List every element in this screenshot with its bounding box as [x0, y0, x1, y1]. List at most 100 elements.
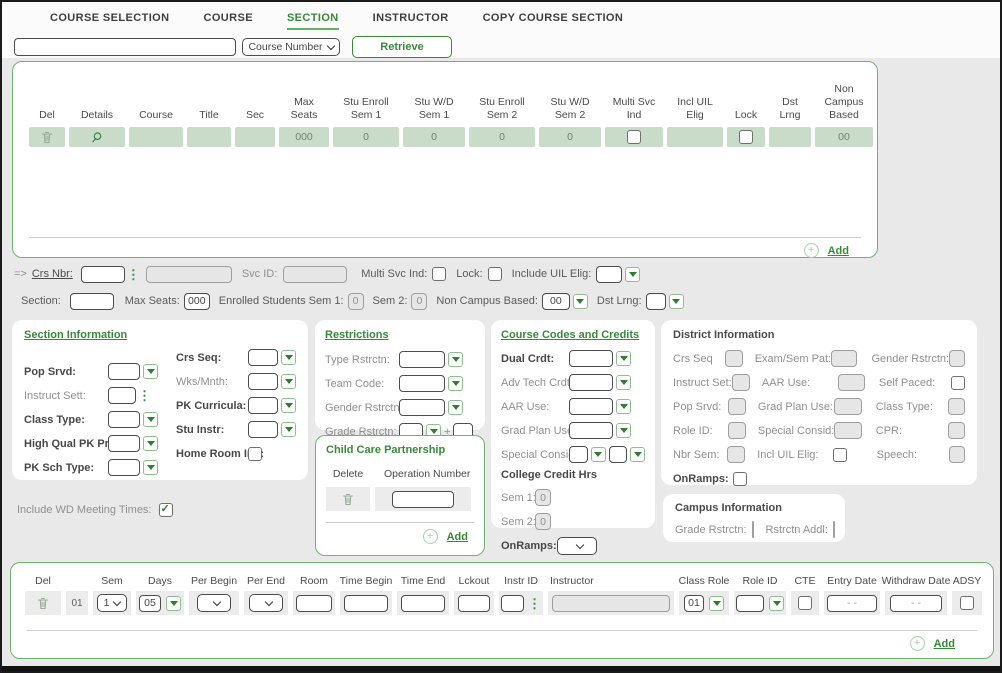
special-consid-input-2[interactable]	[609, 446, 628, 463]
add-section-link[interactable]: Add	[828, 245, 849, 257]
role-id-dropdown[interactable]	[769, 596, 784, 611]
time-end-input[interactable]	[401, 595, 445, 612]
adv-tech-crdt-dropdown[interactable]	[616, 375, 631, 390]
dual-crdt-dropdown[interactable]	[616, 351, 631, 366]
entry-date-input[interactable]: - -	[827, 595, 877, 612]
team-code-input[interactable]	[399, 375, 445, 392]
col-row-number	[66, 571, 88, 591]
include-uil-elig-input[interactable]	[596, 266, 622, 283]
adsy-checkbox[interactable]	[960, 596, 974, 610]
class-role-input[interactable]: 01	[684, 595, 704, 612]
retrieve-button[interactable]: Retrieve	[352, 36, 452, 58]
pk-curricula-input[interactable]	[248, 397, 278, 414]
pk-sch-type-input[interactable]	[108, 459, 140, 476]
child-care-add-link[interactable]: Add	[447, 531, 468, 543]
pop-srvd-dropdown[interactable]	[143, 364, 158, 379]
role-id-input[interactable]	[736, 595, 764, 612]
tab-course[interactable]: COURSE	[203, 12, 252, 30]
instruct-sett-picker-icon[interactable]	[138, 389, 151, 402]
wks-mnth-dropdown[interactable]	[281, 374, 296, 389]
col-title: Title	[187, 74, 231, 127]
withdraw-date-input[interactable]: - -	[890, 595, 942, 612]
onramps-select[interactable]	[557, 537, 597, 555]
class-type-dropdown[interactable]	[143, 412, 158, 427]
days-dropdown[interactable]	[166, 596, 181, 611]
special-consid-dropdown-1[interactable]	[591, 447, 606, 462]
type-rstrctn-input[interactable]	[399, 351, 445, 368]
home-room-ind-checkbox[interactable]	[248, 447, 262, 461]
section-input[interactable]	[70, 293, 114, 310]
aar-use-input[interactable]	[569, 398, 613, 415]
grad-plan-use-dropdown[interactable]	[616, 423, 631, 438]
pop-srvd-input[interactable]	[108, 363, 140, 380]
class-type-input[interactable]	[108, 411, 140, 428]
meeting-delete-button[interactable]	[37, 597, 49, 610]
sem-select[interactable]: 1	[97, 594, 127, 612]
pk-sch-type-dropdown[interactable]	[143, 460, 158, 475]
dst-lrng-input[interactable]	[646, 293, 666, 310]
crs-seq-input[interactable]	[248, 349, 278, 366]
tab-copy-course-section[interactable]: COPY COURSE SECTION	[483, 12, 624, 30]
non-campus-based-dropdown[interactable]	[573, 294, 588, 309]
dst-lrng-dropdown[interactable]	[669, 294, 684, 309]
tab-instructor[interactable]: INSTRUCTOR	[373, 12, 449, 30]
gender-rstrctn-dropdown[interactable]	[448, 400, 463, 415]
col-non-campus-based: Non Campus Based	[815, 74, 873, 127]
class-role-dropdown[interactable]	[709, 596, 724, 611]
per-end-select[interactable]	[249, 594, 283, 612]
multi-svc-ind-checkbox[interactable]	[627, 130, 641, 144]
time-begin-input[interactable]	[344, 595, 388, 612]
lock-checkbox[interactable]	[739, 130, 753, 144]
dual-crdt-input[interactable]	[569, 350, 613, 367]
child-care-delete-button[interactable]	[342, 493, 354, 506]
high-qual-pk-prog-input[interactable]	[108, 435, 140, 452]
dist-role-id-field	[728, 422, 746, 439]
per-begin-select[interactable]	[197, 594, 231, 612]
tab-course-selection[interactable]: COURSE SELECTION	[50, 12, 169, 30]
delete-row-button[interactable]	[41, 131, 53, 144]
instr-id-picker-icon[interactable]	[528, 597, 541, 610]
crs-seq-dropdown[interactable]	[281, 350, 296, 365]
aar-use-dropdown[interactable]	[616, 399, 631, 414]
meetings-add-link[interactable]: Add	[934, 638, 955, 650]
tab-section[interactable]: SECTION	[287, 12, 339, 30]
chevron-down-icon	[264, 598, 272, 606]
include-uil-elig-dropdown[interactable]	[625, 267, 640, 282]
details-button[interactable]	[91, 131, 104, 144]
dist-incl-uil-elig-checkbox[interactable]	[833, 448, 847, 462]
include-wd-meeting-times-checkbox[interactable]	[159, 503, 173, 517]
max-seats-input[interactable]: 000	[184, 293, 210, 310]
detail-lock-checkbox[interactable]	[488, 267, 502, 281]
days-input[interactable]: 05	[139, 595, 161, 612]
gender-rstrctn-input[interactable]	[399, 399, 445, 416]
operation-number-input[interactable]	[392, 491, 454, 508]
crs-nbr-input[interactable]	[81, 266, 125, 283]
section-information-panel: Section Information Pop Srvd: Instruct S…	[12, 320, 308, 480]
non-campus-based-input[interactable]: 00	[542, 293, 570, 310]
special-consid-dropdown-2[interactable]	[630, 447, 645, 462]
team-code-dropdown[interactable]	[448, 376, 463, 391]
pk-curricula-dropdown[interactable]	[281, 398, 296, 413]
wks-mnth-input[interactable]	[248, 373, 278, 390]
detail-multi-svc-checkbox[interactable]	[432, 267, 446, 281]
stu-instr-input[interactable]	[248, 421, 278, 438]
high-qual-pk-prog-dropdown[interactable]	[143, 436, 158, 451]
dist-onramps-checkbox[interactable]	[733, 472, 747, 486]
room-input[interactable]	[296, 595, 332, 612]
stu-instr-dropdown[interactable]	[281, 422, 296, 437]
course-search-input[interactable]	[14, 38, 236, 56]
instruct-sett-input[interactable]	[108, 387, 136, 404]
crs-nbr-picker-icon[interactable]	[127, 268, 140, 281]
dist-self-paced-label: Self Paced:	[879, 377, 951, 389]
lckout-input[interactable]	[458, 595, 490, 612]
instruct-sett-label: Instruct Sett:	[24, 390, 108, 402]
instr-id-input[interactable]	[501, 595, 524, 612]
special-consid-input-1[interactable]	[569, 446, 588, 463]
grad-plan-use-input[interactable]	[569, 422, 613, 439]
cte-checkbox[interactable]	[798, 596, 812, 610]
search-by-select[interactable]: Course Number	[242, 38, 340, 56]
adv-tech-crdt-input[interactable]	[569, 374, 613, 391]
type-rstrctn-dropdown[interactable]	[448, 352, 463, 367]
dist-self-paced-checkbox[interactable]	[951, 376, 965, 390]
pk-curricula-label: PK Curricula:	[176, 400, 248, 412]
